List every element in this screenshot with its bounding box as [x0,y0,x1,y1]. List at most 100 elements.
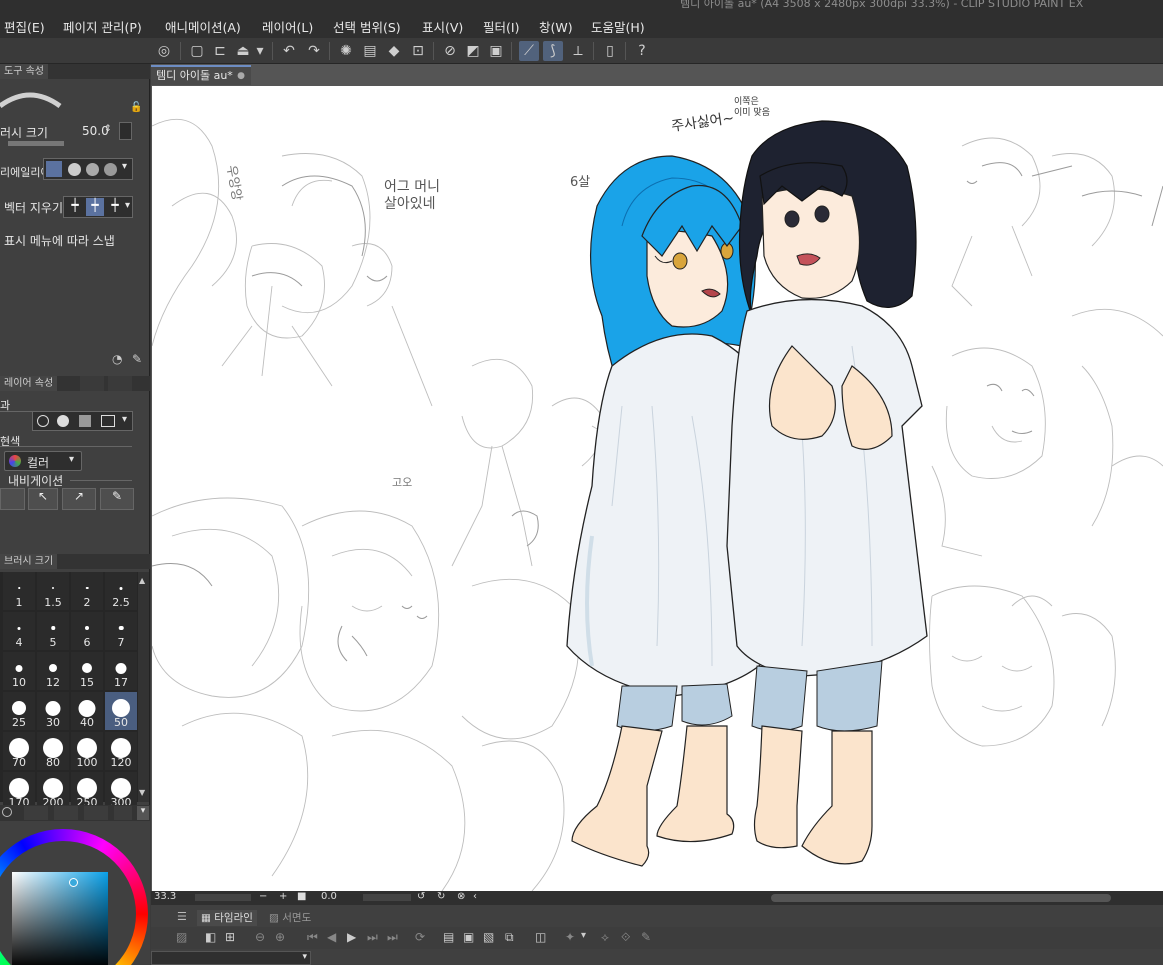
chevron-down-icon[interactable]: ▾ [137,806,149,820]
snap-ruler-icon[interactable]: ⟋ [519,41,539,61]
layer-effect-selector[interactable]: ▾ [32,411,133,431]
brush-size-tab[interactable]: 브러시 크기 [0,554,58,569]
zoom-in-icon[interactable]: + [279,891,287,902]
export-icon[interactable]: ⏏ [233,41,253,61]
device-icon[interactable]: ▯ [600,41,620,61]
crop-icon[interactable]: ▣ [486,41,506,61]
brush-size-cell[interactable]: 120 [105,732,137,770]
brush-grid-scrollbar[interactable]: ▲ ▼ [138,572,149,802]
object-tool-button[interactable]: ↗ [62,488,96,510]
brush-size-slider[interactable] [8,141,64,146]
select-layer-button[interactable]: ↖ [28,488,58,510]
tool-property-tab[interactable]: 도구 속성 [0,64,48,79]
nav-button-1[interactable] [0,488,25,510]
color-picker-handle[interactable] [69,878,78,887]
brush-size-cell[interactable]: 7 [105,612,137,650]
drawing-canvas[interactable]: 주사싫어~ 이쪽은 이미 맞음 어그 머니 살아있네 6살 우앙앙 고오 [152,86,1163,891]
stepper-icon[interactable]: ⇕ [104,124,112,134]
zoom-slider[interactable] [195,894,251,901]
keyframe-icon[interactable]: ⟡ [601,930,609,945]
menu-edit[interactable]: 편집(E) [4,17,45,36]
brush-size-cell[interactable]: 100 [71,732,103,770]
color-wheel-tab-icon[interactable] [2,807,12,817]
brush-size-cell[interactable]: 1 [3,572,35,610]
color-tab-2[interactable] [24,806,48,820]
scroll-down-icon[interactable]: ▼ [139,788,148,797]
menu-selection[interactable]: 선택 범위(S) [333,17,401,36]
new-file-icon[interactable]: ▢ [187,41,207,61]
menu-animation[interactable]: 애니메이션(A) [165,17,241,36]
menu-view[interactable]: 표시(V) [422,17,463,36]
brush-size-cell[interactable]: 30 [37,692,69,730]
cel-add-icon[interactable]: ▣ [463,930,474,944]
chevron-down-icon[interactable]: ▾ [581,930,586,941]
brush-size-cell[interactable]: 5 [37,612,69,650]
help-icon[interactable]: ? [632,41,652,61]
document-tab[interactable]: 템디 아이돌 au* ● [151,65,251,85]
last-frame-icon[interactable]: ⏭ [387,930,398,945]
vector-eraser-selector[interactable]: ┿ ┿ ┿ ▾ [63,196,133,218]
rotate-left-icon[interactable]: ↺ [417,891,425,902]
rotate-right-icon[interactable]: ↻ [437,891,445,902]
brush-size-cell[interactable]: 1.5 [37,572,69,610]
menu-window[interactable]: 창(W) [539,17,573,36]
invert-selection-icon[interactable]: ◩ [463,41,483,61]
menu-filter[interactable]: 필터(I) [483,17,519,36]
loop-icon[interactable]: ⟳ [415,930,425,944]
brush-size-cell[interactable]: 2 [71,572,103,610]
cel-image-icon[interactable]: ▧ [483,930,494,944]
color-mode-dropdown[interactable]: 컬러 ▾ [4,451,82,471]
keyframe-add-icon[interactable]: ⟐ [621,930,630,945]
undo-icon[interactable]: ↶ [279,41,299,61]
brush-size-cell[interactable]: 6 [71,612,103,650]
fit-icon[interactable]: ■ [297,891,306,902]
menu-layer[interactable]: 레이어(L) [262,17,313,36]
play-icon[interactable]: ▶ [347,930,356,944]
zoom-out-icon[interactable]: − [259,891,267,902]
prev-frame-icon[interactable]: ◀ [327,930,336,944]
zoom-value[interactable]: 33.3 [154,891,176,902]
first-frame-icon[interactable]: ⏮ [307,930,318,945]
size-toggle-button[interactable] [119,122,132,140]
rotation-slider[interactable] [363,894,411,901]
pen-icon[interactable]: ✎ [641,930,651,944]
color-tab-3[interactable] [54,806,78,820]
reset-rotation-icon[interactable]: ⊗ [457,891,465,902]
tab-icon-2[interactable] [108,376,132,391]
pen-tool-button[interactable]: ✎ [100,488,134,510]
brush-size-cell[interactable]: 15 [71,652,103,690]
wrench-icon[interactable]: ✎ [132,352,142,366]
close-dot-icon[interactable]: ● [237,67,245,85]
app-logo-icon[interactable]: ◎ [154,41,174,61]
new-timeline-icon[interactable]: ▨ [176,930,187,944]
frame-icon[interactable]: ◧ [205,930,216,944]
color-tab-5[interactable] [114,806,132,820]
menu-help[interactable]: 도움말(H) [591,17,645,36]
menu-page[interactable]: 페이지 관리(P) [63,17,142,36]
chevron-down-icon[interactable]: ▾ [122,161,127,172]
brush-size-cell[interactable]: 80 [37,732,69,770]
redo-icon[interactable]: ↷ [304,41,324,61]
chevron-left-icon[interactable]: ‹ [473,891,477,902]
brush-size-cell[interactable]: 50 [105,692,137,730]
zoom-out-timeline-icon[interactable]: ⊖ [255,930,265,944]
chevron-down-icon[interactable]: ▾ [125,200,130,211]
onion-skin-icon[interactable]: ◫ [535,930,546,944]
tab-icon-1[interactable] [80,376,104,391]
transform-icon[interactable]: ⊡ [408,41,428,61]
clear-icon[interactable]: ▤ [360,41,380,61]
anti-alias-selector[interactable]: ▾ [43,158,133,180]
timeline-tab[interactable]: ▦ 타임라인 [197,910,257,926]
brush-size-cell[interactable]: 12 [37,652,69,690]
loading-icon[interactable]: ✺ [336,41,356,61]
brush-size-cell[interactable]: 17 [105,652,137,690]
timeline-dropdown[interactable]: ▾ [151,951,311,965]
brush-size-cell[interactable]: 4 [3,612,35,650]
saturation-value-square[interactable] [12,872,108,965]
deselect-icon[interactable]: ⊘ [440,41,460,61]
brush-size-cell[interactable]: 70 [3,732,35,770]
cel-export-icon[interactable]: ⧉ [505,930,514,945]
lock-icon[interactable]: 🔓 [130,102,142,113]
settings-icon[interactable]: ◔ [112,352,122,366]
brush-size-cell[interactable]: 25 [3,692,35,730]
